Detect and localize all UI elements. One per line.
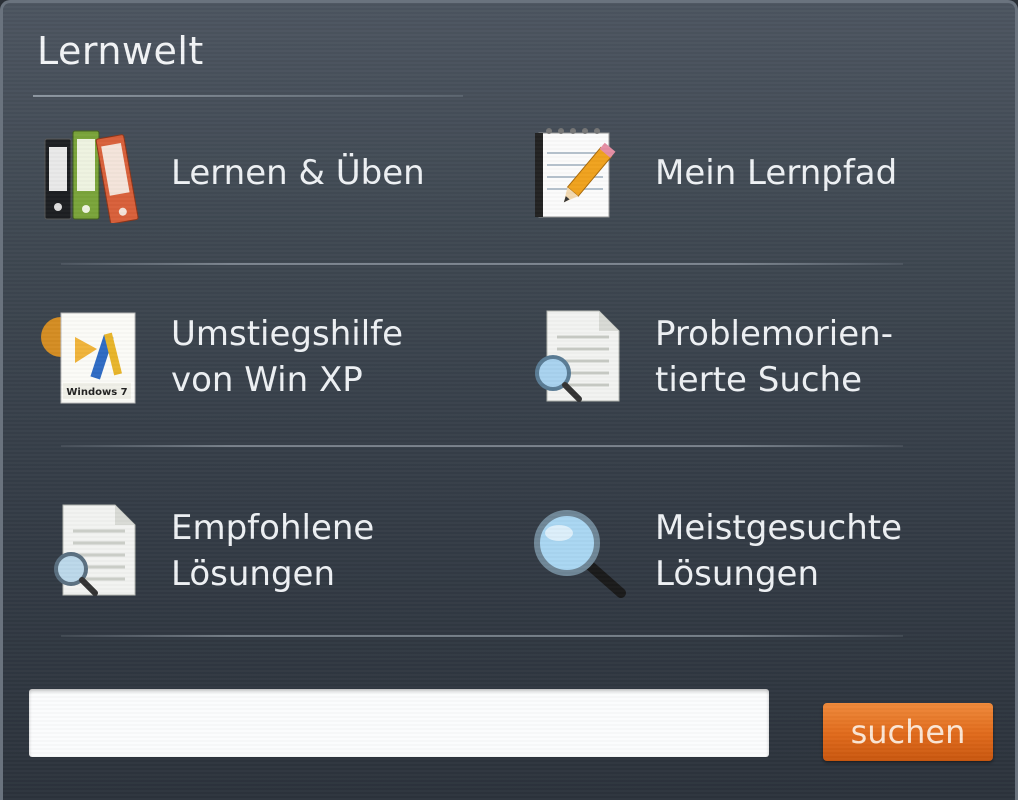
binders-icon (44, 130, 139, 223)
menu-item-lernen-ueben[interactable]: Lernen & Üben (39, 123, 425, 223)
menu-item-meistgesuchte-loesungen[interactable]: Meistgesuchte Lösungen (523, 501, 902, 601)
document-magnifier-icon (54, 504, 136, 596)
row-divider (61, 635, 903, 637)
magnifying-glass-icon (534, 510, 626, 598)
menu-item-label: Umstiegshilfe von Win XP (171, 314, 404, 400)
menu-item-label: Meistgesuchte Lösungen (655, 508, 902, 594)
menu-item-label: Problemorien- tierte Suche (655, 314, 893, 400)
menu-item-empfohlene-loesungen[interactable]: Empfohlene Lösungen (39, 501, 374, 601)
menu-item-label: Lernen & Üben (171, 153, 425, 193)
menu-item-label: Mein Lernpfad (655, 153, 898, 193)
document-search-icon (535, 310, 620, 402)
menu-item-mein-lernpfad[interactable]: Mein Lernpfad (523, 123, 897, 223)
menu-item-problemorientierte-suche[interactable]: Problemorien- tierte Suche (523, 307, 893, 407)
row-divider (61, 263, 903, 265)
row-divider (61, 445, 903, 447)
lernwelt-panel: Lernwelt Lernen & Üben Mein Lernpfad Win… (0, 0, 1018, 800)
svg-text:Windows 7: Windows 7 (66, 387, 127, 398)
notepad-pencil-icon (535, 128, 616, 218)
search-input[interactable] (29, 689, 769, 757)
windows-upgrade-icon: Windows 7 (41, 312, 136, 404)
menu-item-umstiegshilfe[interactable]: Windows 7 Umstiegshilfe von Win XP (39, 307, 403, 407)
panel-title: Lernwelt (37, 29, 204, 73)
menu-item-label: Empfohlene Lösungen (171, 508, 375, 594)
search-button[interactable]: suchen (823, 703, 993, 761)
title-divider (33, 95, 463, 97)
